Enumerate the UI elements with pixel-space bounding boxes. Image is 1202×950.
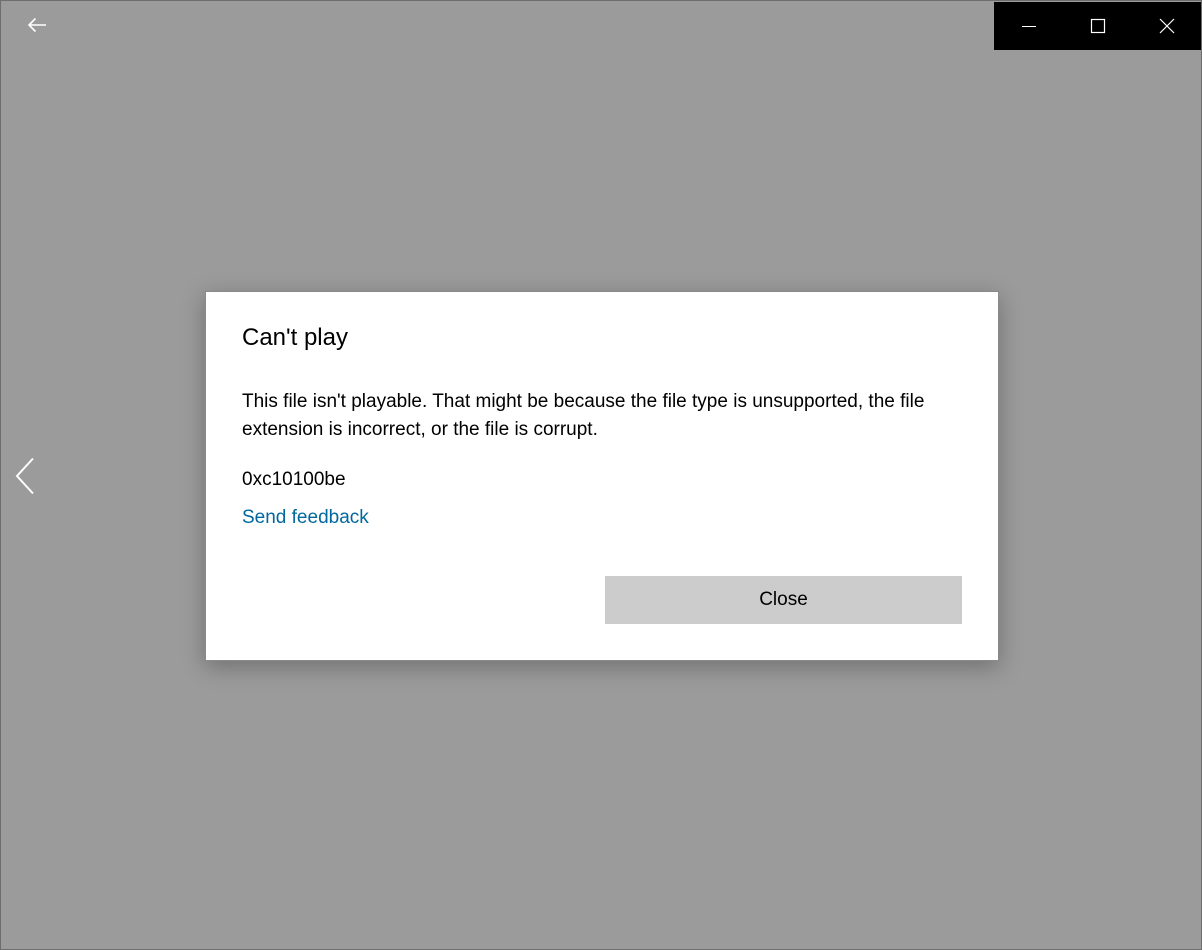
app-window: Can't play This file isn't playable. Tha…: [0, 0, 1202, 950]
previous-item-button[interactable]: [5, 447, 45, 505]
dialog-message: This file isn't playable. That might be …: [242, 391, 925, 440]
dialog-title: Can't play: [242, 324, 348, 351]
window-close-button[interactable]: [1132, 2, 1201, 50]
maximize-icon: [1090, 18, 1105, 34]
window-caption-buttons: [994, 2, 1201, 50]
error-dialog: Can't play This file isn't playable. Tha…: [205, 291, 999, 661]
minimize-icon: [1021, 26, 1036, 27]
arrow-left-icon: [27, 17, 46, 33]
close-button[interactable]: Close: [605, 576, 962, 624]
error-code: 0xc10100be: [242, 469, 346, 490]
chevron-left-icon: [15, 457, 34, 495]
maximize-button[interactable]: [1063, 2, 1132, 50]
back-button[interactable]: [13, 6, 61, 44]
close-icon: [1159, 18, 1174, 34]
send-feedback-link[interactable]: Send feedback: [242, 505, 369, 531]
minimize-button[interactable]: [994, 2, 1063, 50]
